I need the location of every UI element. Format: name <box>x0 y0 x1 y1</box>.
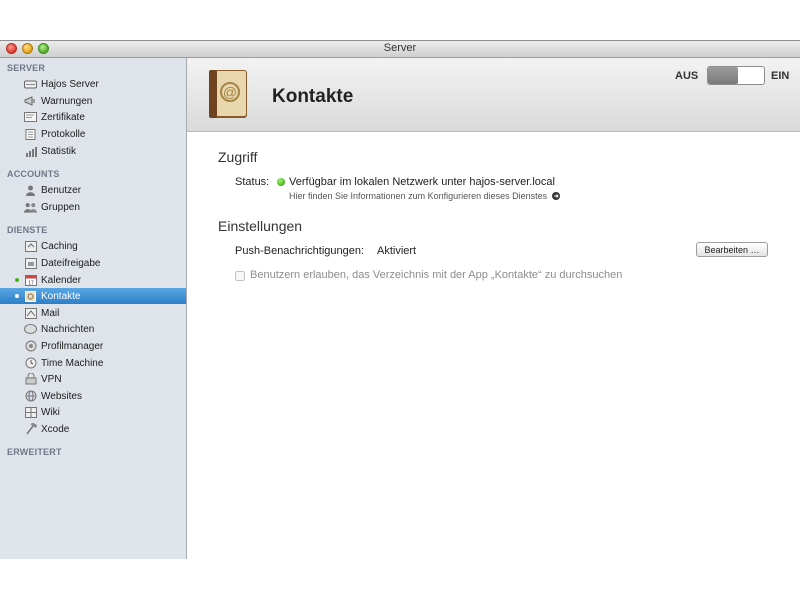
service-toggle-switch[interactable] <box>707 66 765 85</box>
svg-text:@: @ <box>223 84 237 100</box>
sidebar-item-label: Caching <box>41 240 78 252</box>
sidebar-item-label: Wiki <box>41 406 60 418</box>
sidebar-item-kontakte[interactable]: Kontakte <box>0 288 186 304</box>
sidebar-item-label: Nachrichten <box>41 323 95 335</box>
sidebar-item-wiki[interactable]: Wiki <box>0 404 186 420</box>
sidebar-item-label: Xcode <box>41 423 70 435</box>
vpn-icon <box>24 373 37 385</box>
section-erweitert[interactable]: ERWEITERT <box>7 447 62 457</box>
sidebar-item-benutzer[interactable]: Benutzer <box>0 182 186 198</box>
sidebar-item-time-machine[interactable]: Time Machine <box>0 355 186 371</box>
sidebar-item-hajos-server[interactable]: Hajos Server <box>0 76 186 92</box>
section-dienste: DIENSTE <box>7 225 48 235</box>
sidebar-item-kalender[interactable]: 17 Kalender <box>0 272 186 288</box>
contacts-icon <box>24 290 37 302</box>
sidebar-item-xcode[interactable]: Xcode <box>0 421 186 437</box>
allow-directory-search-checkbox[interactable] <box>235 271 245 281</box>
sidebar-item-nachrichten[interactable]: Nachrichten <box>0 321 186 337</box>
info-link[interactable]: Hier finden Sie Informationen zum Konfig… <box>289 191 560 201</box>
sidebar-item-label: Benutzer <box>41 184 82 196</box>
status-indicator <box>277 178 285 186</box>
caching-icon <box>24 240 37 252</box>
server-window: Server SERVER Hajos Server Warnungen Zer… <box>0 40 800 559</box>
sidebar-item-profilmanager[interactable]: Profilmanager <box>0 338 186 354</box>
sidebar-item-label: Profilmanager <box>41 340 104 352</box>
messages-icon <box>24 323 37 335</box>
section-heading-zugriff: Zugriff <box>218 149 258 165</box>
user-icon <box>24 185 37 196</box>
log-icon <box>24 128 37 140</box>
certificate-icon <box>24 112 37 123</box>
sidebar-item-dateifreigabe[interactable]: Dateifreigabe <box>0 255 186 271</box>
sidebar-item-websites[interactable]: Websites <box>0 388 186 404</box>
sidebar-item-zertifikate[interactable]: Zertifikate <box>0 109 186 125</box>
status-label: Status: <box>235 176 270 188</box>
sidebar-item-gruppen[interactable]: Gruppen <box>0 199 186 215</box>
sidebar-item-label: VPN <box>41 373 62 385</box>
info-link-text: Hier finden Sie Informationen zum Konfig… <box>289 191 548 201</box>
sidebar-item-label: Time Machine <box>41 357 104 369</box>
sidebar-item-vpn[interactable]: VPN <box>0 371 186 387</box>
service-header: @ Kontakte AUS EIN <box>187 58 800 132</box>
sidebar-item-label: Zertifikate <box>41 111 85 123</box>
sidebar-item-label: Hajos Server <box>41 78 99 90</box>
edit-button[interactable]: Bearbeiten … <box>696 242 768 257</box>
sidebar-item-label: Gruppen <box>41 201 80 213</box>
section-server: SERVER <box>7 63 46 73</box>
switch-off-label: AUS <box>675 70 699 82</box>
sidebar-item-label: Dateifreigabe <box>41 257 101 269</box>
sidebar-item-label: Kalender <box>41 274 82 286</box>
sidebar-item-protokolle[interactable]: Protokolle <box>0 126 186 142</box>
page-title: Kontakte <box>272 86 354 107</box>
folder-share-icon <box>24 257 37 269</box>
switch-knob[interactable] <box>708 67 738 84</box>
svg-text:17: 17 <box>28 280 34 286</box>
mail-icon <box>24 307 37 319</box>
megaphone-icon <box>24 96 37 107</box>
hammer-icon <box>24 423 37 435</box>
switch-on-label: EIN <box>771 70 790 82</box>
status-dot-kontakte <box>15 294 19 298</box>
calendar-icon: 17 <box>24 274 37 286</box>
sidebar-item-label: Mail <box>41 307 60 319</box>
sidebar-item-label: Kontakte <box>41 290 81 302</box>
arrow-right-icon <box>551 192 560 200</box>
status-dot-kalender <box>15 278 19 282</box>
section-accounts: ACCOUNTS <box>7 169 60 179</box>
sidebar-item-label: Statistik <box>41 145 77 157</box>
globe-icon <box>24 390 37 402</box>
sidebar-item-label: Protokolle <box>41 128 86 140</box>
sidebar-item-caching[interactable]: Caching <box>0 238 186 254</box>
profile-manager-icon <box>24 340 37 352</box>
sidebar-item-warnungen[interactable]: Warnungen <box>0 93 186 109</box>
sidebar-item-label: Warnungen <box>41 95 93 107</box>
sidebar-item-statistik[interactable]: Statistik <box>0 143 186 159</box>
allow-directory-search-label: Benutzern erlauben, das Verzeichnis mit … <box>250 269 623 281</box>
window-title: Server <box>383 42 417 54</box>
sidebar: SERVER Hajos Server Warnungen Zertifikat… <box>0 58 187 559</box>
group-icon <box>24 202 37 213</box>
sidebar-item-label: Websites <box>41 390 82 402</box>
time-machine-icon <box>24 357 37 369</box>
push-value: Aktiviert <box>377 245 417 257</box>
contacts-book-icon: @ <box>205 68 249 120</box>
status-text: Verfügbar im lokalen Netzwerk unter hajo… <box>289 176 555 188</box>
sidebar-item-mail[interactable]: Mail <box>0 305 186 321</box>
title-bar: Server <box>0 41 800 58</box>
section-heading-einstellungen: Einstellungen <box>218 218 303 234</box>
bar-chart-icon <box>24 146 37 157</box>
main-content: @ Kontakte AUS EIN Zugriff Status: Verfü… <box>187 58 800 559</box>
server-icon <box>24 79 37 90</box>
push-label: Push-Benachrichtigungen: <box>235 245 365 257</box>
wiki-icon <box>24 406 37 418</box>
